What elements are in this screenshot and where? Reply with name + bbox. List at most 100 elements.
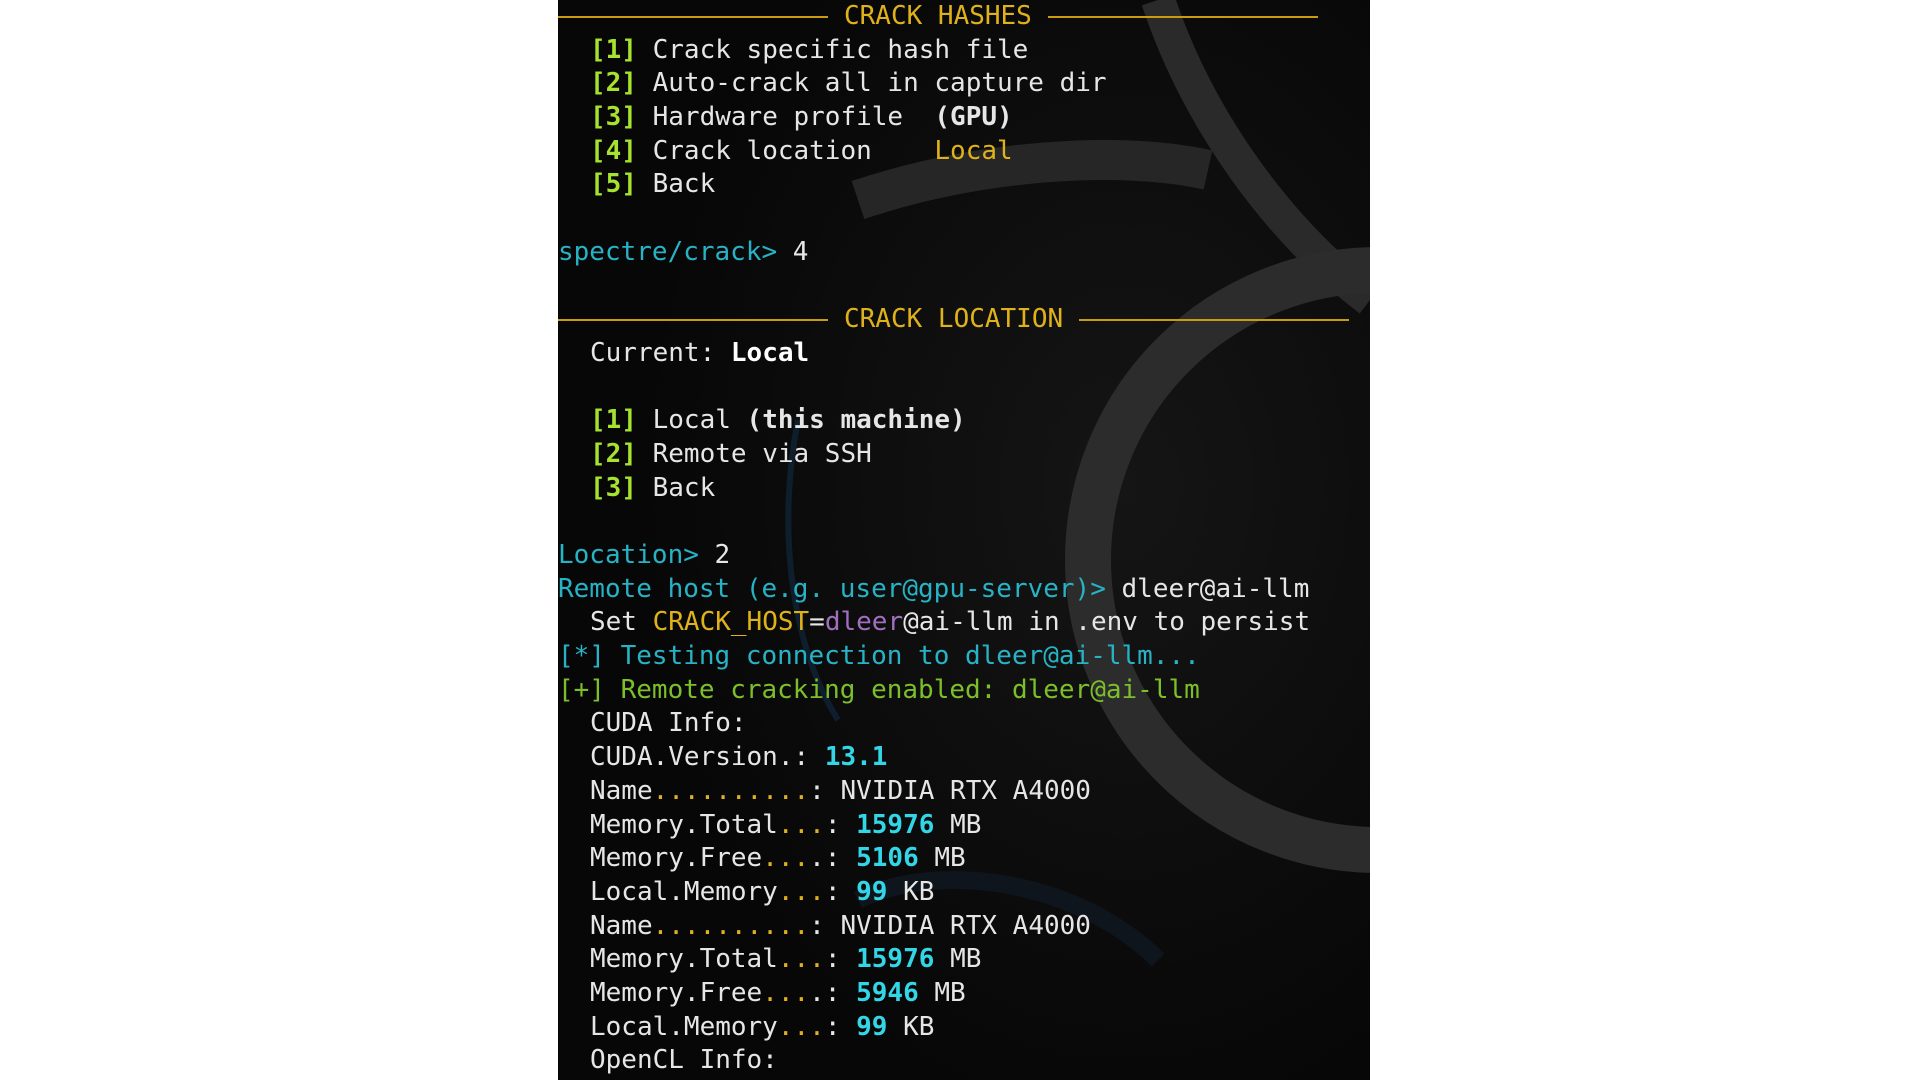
hardware-profile-value: (GPU) (934, 102, 1013, 133)
menu-key: [2] (590, 68, 637, 99)
memory-total-value: 15976 (856, 944, 935, 975)
remote-host-prompt: Remote host (e.g. user@gpu-server)> (558, 573, 1106, 604)
menu-key: [3] (590, 102, 637, 133)
opencl-info-header: OpenCL Info: (590, 1045, 778, 1076)
current-location-line: Current: Local (558, 337, 1370, 371)
unit: MB (934, 977, 966, 1008)
status-tag: [+] (558, 674, 605, 705)
unit: KB (903, 876, 935, 907)
menu-label-extra: (this machine) (746, 405, 966, 436)
hint-equals: = (809, 607, 825, 638)
memory-total-label: Memory.Total (590, 809, 778, 840)
menu-label: Auto-crack all in capture dir (652, 68, 1107, 99)
device-name-line: Name..........: NVIDIA RTX A4000 (590, 910, 1091, 941)
menu-label: Hardware profile (652, 102, 935, 133)
crack-prompt: spectre/crack> (558, 236, 778, 267)
menu-label: Crack specific hash file (652, 34, 1029, 65)
status-enabled-line: [+] Remote cracking enabled: dleer@ai-ll… (558, 674, 1370, 708)
dots: ... (777, 876, 825, 907)
hint-host: @ai-llm in .env to persist (903, 607, 1311, 638)
device-name-value: NVIDIA RTX A4000 (840, 910, 1091, 941)
memory-free-line: Memory.Free....: 5946 MB (590, 977, 966, 1008)
header-rule-right (1047, 15, 1318, 18)
menu-item-back[interactable]: [5] Back (558, 168, 1370, 202)
location-item-back[interactable]: [3] Back (558, 472, 1370, 506)
menu-label: Remote via SSH (652, 438, 872, 469)
memory-total-label: Memory.Total (590, 944, 778, 975)
dots: .......... (652, 910, 810, 941)
memory-free-value: 5106 (856, 843, 919, 874)
dots: ... (762, 843, 810, 874)
dots: ... (777, 944, 825, 975)
dots: .......... (652, 775, 810, 806)
location-item-remote-ssh[interactable]: [2] Remote via SSH (558, 438, 1370, 472)
menu-key: [4] (590, 135, 637, 166)
device-name-line: Name..........: NVIDIA RTX A4000 (590, 775, 1091, 806)
hint-variable: CRACK_HOST (652, 607, 810, 638)
location-item-local[interactable]: [1] Local (this machine) (558, 404, 1370, 438)
cuda-version-value: 13.1 (824, 742, 888, 773)
device-name-label: Name (590, 775, 653, 806)
menu-key: [5] (590, 169, 637, 200)
menu-key: [1] (590, 405, 637, 436)
remote-host-prompt-line[interactable]: Remote host (e.g. user@gpu-server)> dlee… (558, 573, 1370, 607)
current-label: Current: (590, 337, 731, 368)
menu-label: Back (652, 169, 716, 200)
menu-label: Back (652, 472, 716, 503)
crack-hashes-title: CRACK HASHES (844, 1, 1032, 31)
crack-prompt-input: 4 (777, 236, 809, 267)
memory-total-line: Memory.Total...: 15976 MB (590, 809, 982, 840)
local-memory-value: 99 (856, 876, 888, 907)
local-memory-line: Local.Memory...: 99 KB (590, 876, 935, 907)
hint-prefix: Set (590, 607, 653, 638)
unit: MB (950, 944, 982, 975)
status-tag: [*] (558, 641, 605, 672)
unit: KB (903, 1011, 935, 1042)
device-name-value: NVIDIA RTX A4000 (840, 775, 1091, 806)
unit: MB (950, 809, 982, 840)
memory-total-line: Memory.Total...: 15976 MB (590, 944, 982, 975)
memory-free-line: Memory.Free....: 5106 MB (590, 843, 966, 874)
status-text: Testing connection to dleer@ai-llm... (604, 641, 1200, 672)
current-value: Local (730, 337, 810, 368)
terminal-window[interactable]: CRACK HASHES [1] Crack specific hash fil… (558, 0, 1370, 1080)
remote-host-input: dleer@ai-llm (1105, 573, 1310, 604)
local-memory-label: Local.Memory (590, 876, 778, 907)
memory-free-label: Memory.Free (590, 843, 763, 874)
menu-key: [2] (590, 438, 637, 469)
status-text: Remote cracking enabled: dleer@ai-llm (604, 674, 1200, 705)
menu-label: Crack location (652, 135, 935, 166)
crack-location-title: CRACK LOCATION (844, 304, 1064, 335)
header-rule-right (1079, 319, 1350, 322)
local-memory-line: Local.Memory...: 99 KB (590, 1011, 935, 1042)
memory-free-label: Memory.Free (590, 977, 763, 1008)
header-rule-left (558, 319, 828, 322)
memory-free-value: 5946 (856, 977, 919, 1008)
cuda-info-header: CUDA Info: (590, 708, 747, 739)
header-rule-left (558, 15, 828, 18)
terminal-output: CRACK HASHES [1] Crack specific hash fil… (558, 0, 1370, 1078)
local-memory-value: 99 (856, 1011, 888, 1042)
dots: ... (777, 1011, 825, 1042)
location-prompt-input: 2 (698, 540, 731, 570)
dots: ... (762, 977, 810, 1008)
menu-item-hardware-profile[interactable]: [3] Hardware profile (GPU) (558, 101, 1370, 135)
cuda-version-line: CUDA.Version.: 13.1 (590, 742, 888, 773)
status-testing-line: [*] Testing connection to dleer@ai-llm..… (558, 640, 1370, 674)
menu-label: Local (652, 405, 747, 436)
menu-item-auto-crack[interactable]: [2] Auto-crack all in capture dir (558, 67, 1370, 101)
menu-item-crack-location[interactable]: [4] Crack location Local (558, 135, 1370, 169)
local-memory-label: Local.Memory (590, 1011, 778, 1042)
device-name-label: Name (590, 910, 653, 941)
crack-location-value: Local (934, 135, 1013, 166)
location-prompt-line[interactable]: Location> 2 (558, 539, 1370, 573)
menu-item-crack-file[interactable]: [1] Crack specific hash file (558, 34, 1370, 68)
dots: ... (777, 809, 825, 840)
crack-prompt-line[interactable]: spectre/crack> 4 (558, 236, 1370, 270)
location-prompt: Location> (558, 540, 699, 570)
unit: MB (934, 843, 966, 874)
